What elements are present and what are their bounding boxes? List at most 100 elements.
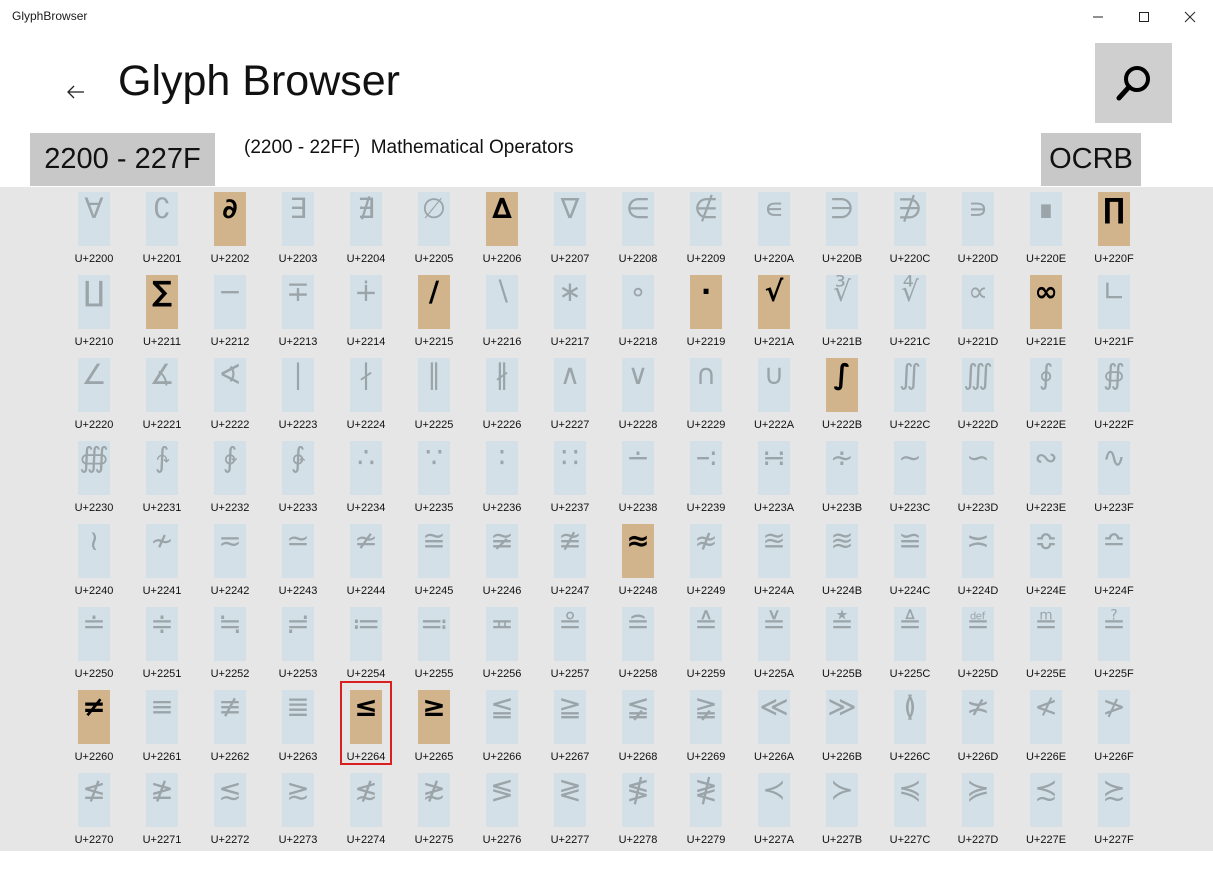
glyph-cell[interactable]: ≊ U+224A bbox=[740, 519, 808, 602]
glyph-cell[interactable]: ∑ U+2211 bbox=[128, 270, 196, 353]
glyph-cell[interactable]: ∤ U+2224 bbox=[332, 353, 400, 436]
glyph-cell[interactable]: ≑ U+2251 bbox=[128, 602, 196, 685]
glyph-cell[interactable]: ∞ U+221E bbox=[1012, 270, 1080, 353]
glyph-cell[interactable]: ∦ U+2226 bbox=[468, 353, 536, 436]
glyph-cell[interactable]: ∙ U+2219 bbox=[672, 270, 740, 353]
search-button[interactable] bbox=[1095, 43, 1172, 123]
glyph-cell[interactable]: ∽ U+223D bbox=[944, 436, 1012, 519]
glyph-cell[interactable]: ≶ U+2276 bbox=[468, 768, 536, 851]
glyph-cell[interactable]: ∜ U+221C bbox=[876, 270, 944, 353]
glyph-cell[interactable]: ∝ U+221D bbox=[944, 270, 1012, 353]
glyph-cell[interactable]: ≛ U+225B bbox=[808, 602, 876, 685]
glyph-cell[interactable]: ≏ U+224F bbox=[1080, 519, 1148, 602]
glyph-cell[interactable]: ∕ U+2215 bbox=[400, 270, 468, 353]
glyph-cell[interactable]: ∋ U+220B bbox=[808, 187, 876, 270]
glyph-cell[interactable]: ≴ U+2274 bbox=[332, 768, 400, 851]
glyph-cell[interactable]: ≉ U+2249 bbox=[672, 519, 740, 602]
glyph-cell[interactable]: ∫ U+222B bbox=[808, 353, 876, 436]
glyph-cell[interactable]: ≠ U+2260 bbox=[60, 685, 128, 768]
glyph-cell[interactable]: ∂ U+2202 bbox=[196, 187, 264, 270]
glyph-cell[interactable]: ∷ U+2237 bbox=[536, 436, 604, 519]
glyph-cell[interactable]: ≂ U+2242 bbox=[196, 519, 264, 602]
glyph-cell[interactable]: ∍ U+220D bbox=[944, 187, 1012, 270]
glyph-cell[interactable]: ∗ U+2217 bbox=[536, 270, 604, 353]
glyph-cell[interactable]: ≙ U+2259 bbox=[672, 602, 740, 685]
glyph-cell[interactable]: ∳ U+2233 bbox=[264, 436, 332, 519]
glyph-cell[interactable]: ≩ U+2269 bbox=[672, 685, 740, 768]
glyph-cell[interactable]: ≹ U+2279 bbox=[672, 768, 740, 851]
glyph-cell[interactable]: ≲ U+2272 bbox=[196, 768, 264, 851]
glyph-cell[interactable]: ∥ U+2225 bbox=[400, 353, 468, 436]
glyph-cell[interactable]: ∊ U+220A bbox=[740, 187, 808, 270]
glyph-cell[interactable]: ≒ U+2252 bbox=[196, 602, 264, 685]
glyph-cell[interactable]: ∇ U+2207 bbox=[536, 187, 604, 270]
glyph-cell[interactable]: ≰ U+2270 bbox=[60, 768, 128, 851]
glyph-cell[interactable]: ≧ U+2267 bbox=[536, 685, 604, 768]
glyph-cell[interactable]: ∁ U+2201 bbox=[128, 187, 196, 270]
glyph-cell[interactable]: ∘ U+2218 bbox=[604, 270, 672, 353]
back-button[interactable] bbox=[62, 79, 90, 105]
glyph-cell[interactable]: ∀ U+2200 bbox=[60, 187, 128, 270]
glyph-cell[interactable]: ∣ U+2223 bbox=[264, 353, 332, 436]
glyph-cell[interactable]: ∡ U+2221 bbox=[128, 353, 196, 436]
glyph-cell[interactable]: ≳ U+2273 bbox=[264, 768, 332, 851]
glyph-cell[interactable]: ≿ U+227F bbox=[1080, 768, 1148, 851]
glyph-cell[interactable]: ∎ U+220E bbox=[1012, 187, 1080, 270]
glyph-cell[interactable]: ≚ U+225A bbox=[740, 602, 808, 685]
glyph-cell[interactable]: ≥ U+2265 bbox=[400, 685, 468, 768]
range-selector[interactable]: 2200 - 227F bbox=[30, 133, 215, 186]
glyph-cell[interactable]: ∃ U+2203 bbox=[264, 187, 332, 270]
glyph-cell[interactable]: ∬ U+222C bbox=[876, 353, 944, 436]
close-button[interactable] bbox=[1167, 0, 1213, 33]
glyph-cell[interactable]: ∵ U+2235 bbox=[400, 436, 468, 519]
glyph-cell[interactable]: ≟ U+225F bbox=[1080, 602, 1148, 685]
glyph-cell[interactable]: ∼ U+223C bbox=[876, 436, 944, 519]
glyph-cell[interactable]: ∮ U+222E bbox=[1012, 353, 1080, 436]
glyph-cell[interactable]: ∾ U+223E bbox=[1012, 436, 1080, 519]
glyph-cell[interactable]: ∰ U+2230 bbox=[60, 436, 128, 519]
glyph-cell[interactable]: ∧ U+2227 bbox=[536, 353, 604, 436]
glyph-cell[interactable]: ∨ U+2228 bbox=[604, 353, 672, 436]
glyph-cell[interactable]: ≣ U+2263 bbox=[264, 685, 332, 768]
glyph-cell[interactable]: ≅ U+2245 bbox=[400, 519, 468, 602]
glyph-cell[interactable]: ≍ U+224D bbox=[944, 519, 1012, 602]
glyph-cell[interactable]: ≔ U+2254 bbox=[332, 602, 400, 685]
glyph-cell[interactable]: ≈ U+2248 bbox=[604, 519, 672, 602]
glyph-cell[interactable]: ∪ U+222A bbox=[740, 353, 808, 436]
glyph-cell[interactable]: ≦ U+2266 bbox=[468, 685, 536, 768]
glyph-cell[interactable]: ≀ U+2240 bbox=[60, 519, 128, 602]
glyph-cell[interactable]: ≖ U+2256 bbox=[468, 602, 536, 685]
glyph-cell[interactable]: ≫ U+226B bbox=[808, 685, 876, 768]
glyph-cell[interactable]: ∆ U+2206 bbox=[468, 187, 536, 270]
glyph-cell[interactable]: ≇ U+2247 bbox=[536, 519, 604, 602]
glyph-cell[interactable]: ∢ U+2222 bbox=[196, 353, 264, 436]
maximize-button[interactable] bbox=[1121, 0, 1167, 33]
glyph-cell[interactable]: ≷ U+2277 bbox=[536, 768, 604, 851]
glyph-cell[interactable]: ≸ U+2278 bbox=[604, 768, 672, 851]
font-selector[interactable]: OCRB bbox=[1041, 133, 1141, 186]
glyph-cell[interactable]: ≻ U+227B bbox=[808, 768, 876, 851]
glyph-cell[interactable]: ∱ U+2231 bbox=[128, 436, 196, 519]
glyph-cell[interactable]: ≋ U+224B bbox=[808, 519, 876, 602]
glyph-cell[interactable]: ∯ U+222F bbox=[1080, 353, 1148, 436]
glyph-cell[interactable]: ∺ U+223A bbox=[740, 436, 808, 519]
glyph-cell[interactable]: ∐ U+2210 bbox=[60, 270, 128, 353]
glyph-cell[interactable]: ∌ U+220C bbox=[876, 187, 944, 270]
glyph-cell[interactable]: ∅ U+2205 bbox=[400, 187, 468, 270]
glyph-cell[interactable]: ∖ U+2216 bbox=[468, 270, 536, 353]
glyph-cell[interactable]: ∭ U+222D bbox=[944, 353, 1012, 436]
glyph-cell[interactable]: ≝ U+225D bbox=[944, 602, 1012, 685]
glyph-cell[interactable]: ∓ U+2213 bbox=[264, 270, 332, 353]
glyph-cell[interactable]: ∉ U+2209 bbox=[672, 187, 740, 270]
glyph-cell[interactable]: ≬ U+226C bbox=[876, 685, 944, 768]
glyph-cell[interactable]: ≎ U+224E bbox=[1012, 519, 1080, 602]
glyph-cell[interactable]: ≼ U+227C bbox=[876, 768, 944, 851]
glyph-cell[interactable]: ≪ U+226A bbox=[740, 685, 808, 768]
glyph-cell[interactable]: ≭ U+226D bbox=[944, 685, 1012, 768]
glyph-cell[interactable]: ∠ U+2220 bbox=[60, 353, 128, 436]
glyph-cell[interactable]: ≱ U+2271 bbox=[128, 768, 196, 851]
glyph-cell[interactable]: ∛ U+221B bbox=[808, 270, 876, 353]
glyph-cell[interactable]: ≌ U+224C bbox=[876, 519, 944, 602]
glyph-cell[interactable]: ≤ U+2264 bbox=[332, 681, 400, 768]
glyph-cell[interactable]: ∩ U+2229 bbox=[672, 353, 740, 436]
